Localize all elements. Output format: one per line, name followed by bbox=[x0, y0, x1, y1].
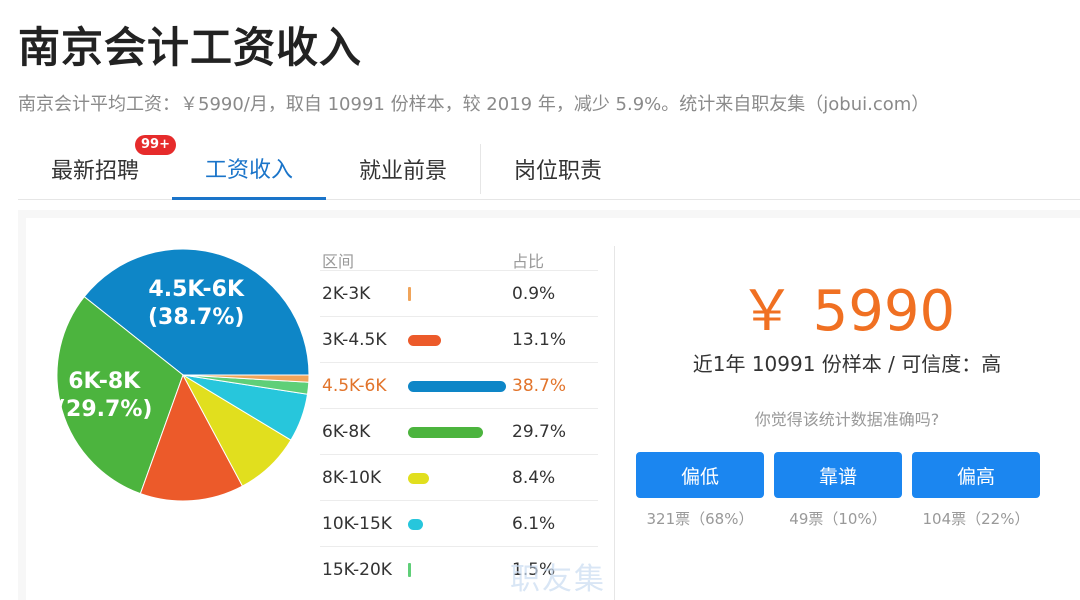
pie-label-range: 6K-8K bbox=[68, 369, 141, 394]
pie-label-range: 4.5K-6K bbox=[148, 277, 245, 302]
share-percent: 8.4% bbox=[512, 468, 556, 488]
pie-label-pct: (38.7%) bbox=[148, 305, 245, 330]
salary-range: 10K-15K bbox=[322, 514, 392, 534]
share-bar bbox=[408, 563, 411, 577]
pie-chart: 4.5K-6K (38.7%) 6K-8K (29.7%) bbox=[48, 240, 318, 510]
salary-range: 3K-4.5K bbox=[322, 330, 387, 350]
salary-panel: 4.5K-6K (38.7%) 6K-8K (29.7%) 区间 占比 2K-3… bbox=[18, 210, 1080, 600]
vote-accurate-button[interactable]: 靠谱 bbox=[774, 452, 902, 498]
salary-range: 8K-10K bbox=[322, 468, 382, 488]
salary-range: 2K-3K bbox=[322, 284, 371, 304]
tab-salary[interactable]: 工资收入 bbox=[172, 138, 326, 200]
share-percent: 13.1% bbox=[512, 330, 567, 350]
tab-label: 最新招聘 bbox=[50, 159, 139, 184]
share-percent: 38.7% bbox=[512, 376, 567, 396]
tab-label: 就业前景 bbox=[358, 159, 447, 184]
accuracy-question: 你觉得该统计数据准确吗? bbox=[754, 410, 940, 429]
sample-info: 近1年 10991 份样本 / 可信度：高 bbox=[692, 352, 1002, 376]
tab-latest-jobs[interactable]: 最新招聘 99+ bbox=[18, 135, 176, 200]
share-percent: 0.9% bbox=[512, 284, 556, 304]
salary-range: 15K-20K bbox=[322, 560, 392, 580]
column-header-range: 区间 bbox=[322, 252, 355, 271]
share-bar bbox=[408, 427, 483, 438]
table-row: 10K-15K 6.1% bbox=[320, 500, 598, 546]
share-bar bbox=[408, 335, 441, 346]
pie-label-6k-8k: 6K-8K (29.7%) bbox=[56, 368, 152, 424]
tab-label: 岗位职责 bbox=[513, 159, 602, 184]
tab-label: 工资收入 bbox=[204, 157, 293, 183]
share-bar bbox=[408, 287, 411, 301]
page-subtitle: 南京会计平均工资：￥5990/月，取自 10991 份样本，较 2019 年，减… bbox=[18, 94, 930, 115]
watermark: 职友集 bbox=[510, 562, 606, 597]
share-bar bbox=[408, 473, 429, 484]
column-header-percent: 占比 bbox=[512, 252, 545, 271]
share-bar bbox=[408, 519, 423, 530]
vote-too-low-button[interactable]: 偏低 bbox=[636, 452, 764, 498]
tab-bar: 最新招聘 99+ 工资收入 就业前景 岗位职责 bbox=[18, 135, 1080, 200]
new-jobs-badge: 99+ bbox=[135, 135, 176, 155]
table-row: 3K-4.5K 13.1% bbox=[320, 316, 598, 362]
tab-employment-outlook[interactable]: 就业前景 bbox=[326, 138, 480, 200]
pie-label-pct: (29.7%) bbox=[56, 397, 153, 422]
share-percent: 6.1% bbox=[512, 514, 556, 534]
average-salary-value: ￥ 5990 bbox=[738, 279, 956, 344]
tab-job-duties[interactable]: 岗位职责 bbox=[481, 138, 635, 200]
table-row: 6K-8K 29.7% bbox=[320, 408, 598, 454]
vertical-divider bbox=[614, 246, 615, 600]
salary-range: 4.5K-6K bbox=[322, 376, 387, 396]
share-percent: 29.7% bbox=[512, 422, 567, 442]
page-title: 南京会计工资收入 bbox=[18, 23, 363, 72]
pie-label-4.5k-6k: 4.5K-6K (38.7%) bbox=[148, 276, 244, 332]
table-row: 4.5K-6K 38.7% bbox=[320, 362, 598, 408]
vote-accurate-count: 49票（10%） bbox=[789, 510, 887, 528]
table-row: 8K-10K 8.4% bbox=[320, 454, 598, 500]
vote-too-high-button[interactable]: 偏高 bbox=[912, 452, 1040, 498]
table-row: 2K-3K 0.9% bbox=[320, 270, 598, 316]
vote-too-high-count: 104票（22%） bbox=[922, 510, 1030, 528]
share-bar bbox=[408, 381, 506, 392]
salary-range: 6K-8K bbox=[322, 422, 371, 442]
salary-panel-content: 4.5K-6K (38.7%) 6K-8K (29.7%) 区间 占比 2K-3… bbox=[26, 218, 1080, 600]
vote-too-low-count: 321票（68%） bbox=[646, 510, 754, 528]
